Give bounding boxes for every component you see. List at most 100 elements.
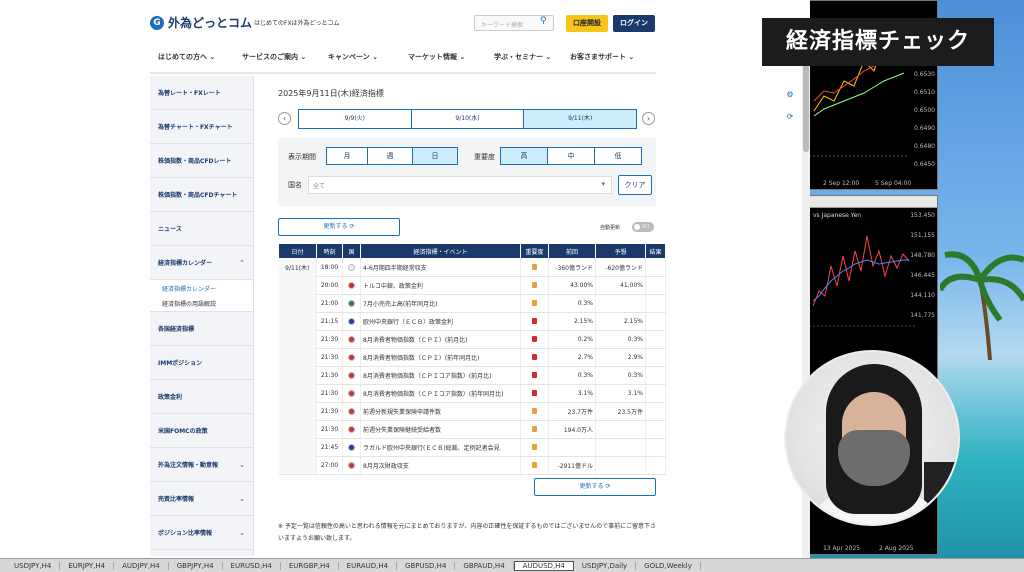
- chart-tab[interactable]: AUDJPY,H4: [114, 561, 169, 570]
- row-time: 18:00: [316, 258, 343, 277]
- chart-tab[interactable]: USDJPY,Daily: [574, 561, 637, 570]
- period-day[interactable]: 日: [412, 147, 458, 165]
- table-row[interactable]: 27:00 8月月次財政収支 -2911億ドル: [279, 456, 666, 475]
- sidebar-item-fx-rate[interactable]: 為替レート・FXレート: [150, 76, 253, 110]
- nav-campaign[interactable]: キャンペーン ⌄: [320, 46, 400, 72]
- chart-tab[interactable]: GOLD,Weekly: [636, 561, 701, 570]
- row-event[interactable]: 4-6月期四半期経常収支: [360, 258, 521, 277]
- importance-mid[interactable]: 中: [547, 147, 595, 165]
- next-day-button[interactable]: ›: [642, 112, 655, 125]
- sidebar-item-cfd-rate[interactable]: 株価指数・商品CFDレート: [150, 144, 253, 178]
- table-row[interactable]: 21:30 8月消費者物価指数（ＣＰＩコア指数）(前年同月比) 3.1% 3.1%: [279, 384, 666, 403]
- chart-tab[interactable]: GBPAUD,H4: [455, 561, 514, 570]
- sidebar-item-calendar[interactable]: 経済指標カレンダー ⌃: [150, 246, 253, 280]
- table-row[interactable]: 21:30 8月消費者物価指数（ＣＰＩ）(前年同月比) 2.7% 2.9%: [279, 348, 666, 367]
- table-row[interactable]: 21:30 前週分新規失業保険申請件数 23.7万件 23.5万件: [279, 402, 666, 421]
- nav-market-info[interactable]: マーケット情報 ⌄: [400, 46, 486, 72]
- col-time: 時刻: [316, 243, 343, 259]
- chart-tab[interactable]: USDJPY,H4: [6, 561, 61, 570]
- tagline: はじめてのFXは外為どっとコム: [254, 20, 340, 27]
- date-tab-0909[interactable]: 9/9(火): [298, 109, 412, 129]
- site-logo[interactable]: G 外為どっとコム: [150, 14, 252, 31]
- importance-low[interactable]: 低: [594, 147, 642, 165]
- row-event[interactable]: 8月月次財政収支: [360, 456, 521, 475]
- country-flag-icon: [348, 426, 355, 433]
- sidebar-item-indicators[interactable]: 各国経済指標: [150, 312, 253, 346]
- table-row[interactable]: 21:00 7月小売売上高(前年同月比) 0.3%: [279, 294, 666, 313]
- row-country: [342, 456, 361, 475]
- open-account-button[interactable]: 口座開設: [566, 15, 608, 32]
- scrollbar-thumb[interactable]: [803, 52, 809, 152]
- sidebar-item-policy-rate[interactable]: 政策金利: [150, 380, 253, 414]
- row-forecast: -620億ランド: [595, 258, 646, 277]
- prev-day-button[interactable]: ‹: [278, 112, 291, 125]
- refresh-button-bottom[interactable]: 更新する ⟳: [534, 478, 656, 496]
- refresh-icon[interactable]: ⟳: [784, 112, 796, 124]
- refresh-button-top[interactable]: 更新する ⟳: [278, 218, 400, 236]
- row-forecast: [595, 438, 646, 457]
- importance-high[interactable]: 高: [500, 147, 548, 165]
- nav-beginners[interactable]: はじめての方へ ⌄: [150, 46, 234, 72]
- search-icon[interactable]: ⚲: [540, 16, 547, 26]
- sidebar-sub-calendar[interactable]: 経済指標カレンダー: [150, 280, 253, 296]
- translate-icon[interactable]: ⚙: [784, 90, 796, 102]
- table-row[interactable]: 20:00 トルコ中銀、政策金利 43.00% 41.00%: [279, 276, 666, 295]
- table-row[interactable]: 21:30 8月消費者物価指数（ＣＰＩコア指数）(前月比) 0.3% 0.3%: [279, 366, 666, 385]
- col-event: 経済指標・イベント: [360, 243, 521, 259]
- clear-button[interactable]: クリア: [618, 175, 652, 195]
- row-event[interactable]: 7月小売売上高(前年同月比): [360, 294, 521, 313]
- row-event[interactable]: 欧州中央銀行（ＥＣＢ）政策金利: [360, 312, 521, 331]
- table-row[interactable]: 21:45 ラガルド欧州中央銀行(ＥＣＢ)総裁、定例記者会見: [279, 438, 666, 457]
- table-row[interactable]: 21:30 前週分失業保険継続受給者数 194.0万人: [279, 420, 666, 439]
- table-row[interactable]: 21:30 8月消費者物価指数（ＣＰＩ）(前月比) 0.2% 0.3%: [279, 330, 666, 349]
- sidebar-item-trade-ratio[interactable]: 売買比率情報 ⌄: [150, 482, 253, 516]
- sidebar-item-fx-chart[interactable]: 為替チャート・FXチャート: [150, 110, 253, 144]
- chart-tab[interactable]: AUDUSD,H4: [513, 560, 574, 571]
- row-event[interactable]: 前週分新規失業保険申請件数: [360, 402, 521, 421]
- period-label: 表示期間: [288, 153, 316, 161]
- sidebar-item-position-ratio[interactable]: ポジション比率情報 ⌄: [150, 516, 253, 550]
- importance-icon: [532, 371, 537, 378]
- table-row[interactable]: 9/11(木) 18:00 4-6月期四半期経常収支 -360億ランド -620億ランド: [278, 258, 666, 475]
- row-event[interactable]: トルコ中銀、政策金利: [360, 276, 521, 295]
- auto-update-toggle[interactable]: OFF: [632, 222, 654, 232]
- row-event[interactable]: 8月消費者物価指数（ＣＰＩコア指数）(前月比): [360, 366, 521, 385]
- chart-tab[interactable]: GBPUSD,H4: [397, 561, 456, 570]
- nav-services[interactable]: サービスのご案内 ⌄: [234, 46, 320, 72]
- sidebar-item-imm[interactable]: IMMポジション: [150, 346, 253, 380]
- date-tab-0911[interactable]: 9/11(木): [523, 109, 638, 129]
- chart-tab[interactable]: EURGBP,H4: [281, 561, 339, 570]
- row-forecast: 3.1%: [595, 384, 646, 403]
- price-label: 0.6530: [914, 71, 935, 78]
- chart-tab[interactable]: GBPJPY,H4: [169, 561, 223, 570]
- chart-tab[interactable]: EURUSD,H4: [223, 561, 281, 570]
- nav-learn-seminar[interactable]: 学ぶ・セミナー ⌄: [486, 46, 562, 72]
- price-label: 0.6490: [914, 125, 935, 132]
- period-week[interactable]: 週: [367, 147, 413, 165]
- table-row[interactable]: 21:15 欧州中央銀行（ＥＣＢ）政策金利 2.15% 2.15%: [279, 312, 666, 331]
- sidebar-item-orders[interactable]: 外為注文情報・動意報 ⌄: [150, 448, 253, 482]
- row-event[interactable]: 8月消費者物価指数（ＣＰＩ）(前年同月比): [360, 348, 521, 367]
- row-event[interactable]: ラガルド欧州中央銀行(ＥＣＢ)総裁、定例記者会見: [360, 438, 521, 457]
- nav-support[interactable]: お客さまサポート ⌄: [562, 46, 656, 72]
- sidebar-sub-glossary[interactable]: 経済指標の用語解説: [150, 296, 253, 312]
- row-event[interactable]: 8月消費者物価指数（ＣＰＩ）(前月比): [360, 330, 521, 349]
- sidebar-item-fomc[interactable]: 米国FOMCの政策: [150, 414, 253, 448]
- login-button[interactable]: ログイン: [613, 15, 655, 32]
- sidebar-item-news[interactable]: ニュース: [150, 212, 253, 246]
- row-importance: [520, 366, 549, 385]
- country-select[interactable]: 全て ▾: [308, 176, 612, 194]
- row-event[interactable]: 8月消費者物価指数（ＣＰＩコア指数）(前年同月比): [360, 384, 521, 403]
- chart-tab[interactable]: EURAUD,H4: [339, 561, 398, 570]
- browser-window: G 外為どっとコム はじめてのFXは外為どっとコム キーワード検索 ⚲ 口座開設…: [0, 0, 810, 558]
- toggle-state: OFF: [642, 224, 650, 229]
- date-tab-0910[interactable]: 9/10(水): [410, 109, 525, 129]
- sidebar-item-cfd-chart[interactable]: 株価指数・商品CFDチャート: [150, 178, 253, 212]
- row-time: 21:30: [316, 348, 343, 367]
- row-result: [645, 456, 666, 475]
- row-event[interactable]: 前週分失業保険継続受給者数: [360, 420, 521, 439]
- period-month[interactable]: 月: [326, 147, 368, 165]
- country-label: 国名: [288, 181, 302, 189]
- chevron-up-icon: ⌃: [239, 258, 245, 267]
- chart-tab[interactable]: EURJPY,H4: [60, 561, 115, 570]
